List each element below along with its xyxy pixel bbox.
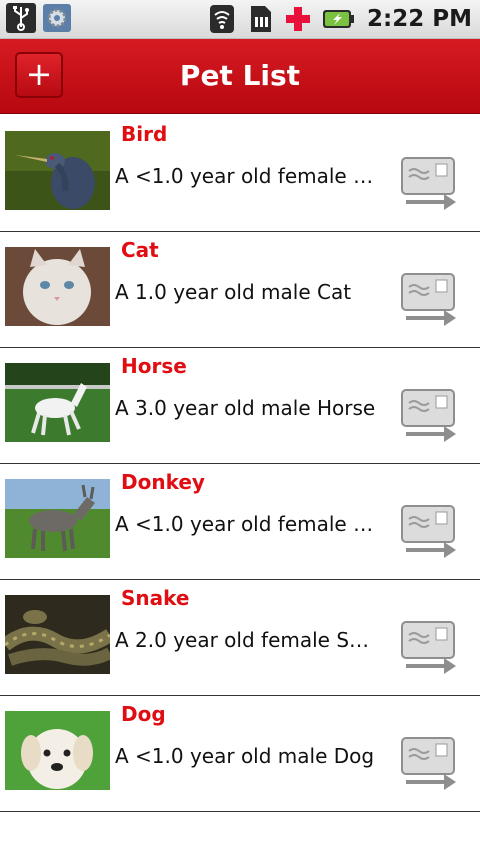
pet-row-cat[interactable]: Cat A 1.0 year old male Cat — [0, 232, 480, 348]
pet-description: A <1.0 year old male Dog — [115, 744, 375, 768]
send-message-icon — [401, 505, 456, 558]
pet-name: Horse — [121, 354, 187, 378]
send-button[interactable] — [400, 736, 458, 790]
send-button[interactable] — [400, 504, 458, 558]
title-bar: Pet List + — [0, 39, 480, 114]
pet-name: Donkey — [121, 470, 205, 494]
wifi-icon — [210, 5, 235, 33]
send-button[interactable] — [400, 272, 458, 326]
status-time: 2:22 PM — [367, 6, 472, 32]
pet-name: Cat — [121, 238, 159, 262]
pet-row-horse[interactable]: Horse A 3.0 year old male Horse — [0, 348, 480, 464]
pet-row-bird[interactable]: Bird A <1.0 year old female Bird — [0, 116, 480, 232]
pet-row-dog[interactable]: Dog A <1.0 year old male Dog — [0, 696, 480, 812]
snake-thumbnail — [5, 595, 110, 674]
bird-thumbnail — [5, 131, 110, 210]
pet-name: Bird — [121, 122, 168, 146]
donkey-thumbnail — [5, 479, 110, 558]
send-message-icon — [401, 157, 456, 210]
cat-thumbnail — [5, 247, 110, 326]
horse-thumbnail — [5, 363, 110, 442]
pet-name: Dog — [121, 702, 166, 726]
battery-charging-icon — [323, 10, 355, 28]
medical-cross-icon — [286, 7, 311, 31]
settings-notification-icon — [43, 4, 71, 32]
send-button[interactable] — [400, 620, 458, 674]
status-bar: 2:22 PM — [0, 0, 480, 39]
pet-description: A 3.0 year old male Horse — [115, 396, 376, 420]
pet-name: Snake — [121, 586, 190, 610]
usb-icon — [6, 3, 36, 33]
pet-list: Bird A <1.0 year old female Bird Cat A 1… — [0, 116, 480, 812]
dog-thumbnail — [5, 711, 110, 790]
send-message-icon — [401, 389, 456, 442]
page-title: Pet List — [179, 59, 301, 92]
pet-description: A 1.0 year old male Cat — [115, 280, 352, 304]
pet-description: A <1.0 year old female Bird — [115, 164, 380, 188]
add-pet-button[interactable]: + — [15, 52, 63, 98]
send-message-icon — [401, 621, 456, 674]
sd-card-icon — [251, 6, 272, 32]
send-message-icon — [401, 737, 456, 790]
pet-description: A 2.0 year old female Snake — [115, 628, 380, 652]
send-message-icon — [401, 273, 456, 326]
pet-row-donkey[interactable]: Donkey A <1.0 year old female Do... — [0, 464, 480, 580]
pet-row-snake[interactable]: Snake A 2.0 year old female Snake — [0, 580, 480, 696]
send-button[interactable] — [400, 388, 458, 442]
pet-description: A <1.0 year old female Do... — [115, 512, 380, 536]
send-button[interactable] — [400, 156, 458, 210]
